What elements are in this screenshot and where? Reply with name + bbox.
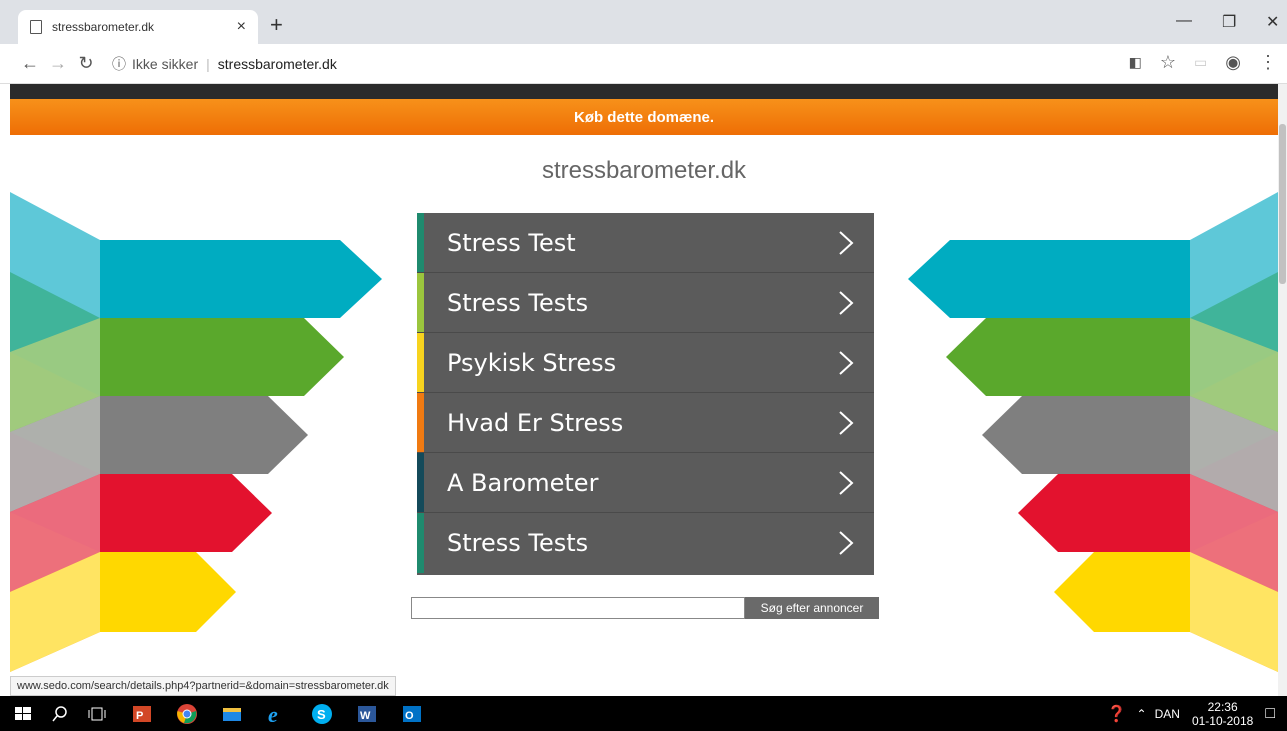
minimize-icon[interactable]: —: [1176, 12, 1192, 30]
link-label[interactable]: Stress Test: [447, 229, 576, 257]
link-color-bar: [417, 453, 424, 512]
link-label[interactable]: Psykisk Stress: [447, 349, 616, 377]
help-icon[interactable]: ❓: [1107, 704, 1127, 724]
menu-icon[interactable]: ⋮: [1259, 52, 1277, 73]
restore-icon[interactable]: ❐: [1222, 12, 1236, 32]
left-arrows-decoration: [10, 192, 382, 672]
link-color-bar: [417, 213, 424, 272]
forward-icon[interactable]: →: [44, 53, 72, 74]
word-icon[interactable]: W: [356, 703, 378, 725]
top-strip: [10, 84, 1278, 99]
chevron-right-icon: [839, 411, 854, 435]
svg-text:P: P: [136, 710, 143, 722]
chevron-right-icon: [839, 231, 854, 255]
info-icon[interactable]: ⓘ: [112, 54, 126, 74]
insecure-label: Ikke sikker: [132, 55, 199, 72]
language-indicator[interactable]: DAN: [1155, 707, 1180, 721]
status-bar-url: www.sedo.com/search/details.php4?partner…: [10, 676, 396, 696]
translate-icon[interactable]: ◧: [1129, 54, 1142, 71]
tab-bar: stressbarometer.dk × + — ❐ ✕: [0, 0, 1287, 44]
outlook-icon[interactable]: O: [401, 703, 423, 725]
related-link-3[interactable]: Psykisk Stress: [417, 333, 874, 393]
svg-text:O: O: [405, 710, 414, 722]
clock-time: 22:36: [1207, 699, 1238, 714]
link-color-bar: [417, 273, 424, 332]
address-divider: |: [206, 55, 210, 72]
chevron-right-icon: [839, 351, 854, 375]
browser-tab[interactable]: stressbarometer.dk ×: [18, 10, 258, 44]
scrollbar-thumb[interactable]: [1279, 124, 1286, 284]
new-tab-button[interactable]: +: [270, 14, 283, 36]
svg-text:W: W: [360, 710, 371, 722]
chevron-up-icon[interactable]: ⌃: [1137, 707, 1147, 721]
link-label[interactable]: Stress Tests: [447, 529, 588, 557]
powerpoint-icon[interactable]: P: [131, 703, 153, 725]
url-text[interactable]: stressbarometer.dk: [218, 56, 337, 72]
link-color-bar: [417, 513, 424, 573]
search-icon[interactable]: [49, 703, 71, 725]
related-link-4[interactable]: Hvad Er Stress: [417, 393, 874, 453]
chevron-right-icon: [839, 291, 854, 315]
skype-icon[interactable]: S: [311, 703, 333, 725]
extension-icon[interactable]: ▭: [1194, 54, 1207, 71]
close-tab-icon[interactable]: ×: [237, 18, 246, 36]
back-icon[interactable]: ←: [16, 53, 44, 74]
ad-search-input[interactable]: [411, 597, 745, 619]
page-icon: [30, 20, 42, 34]
system-tray: ❓ ⌃ DAN 22:36 01-10-2018 □: [1107, 696, 1287, 731]
related-links-list: Stress Test Stress Tests Psykisk Stress …: [417, 213, 874, 575]
related-link-1[interactable]: Stress Test: [417, 213, 874, 273]
task-view-icon[interactable]: [86, 703, 108, 725]
related-link-2[interactable]: Stress Tests: [417, 273, 874, 333]
windows-taskbar: P e S W O ❓ ⌃ DAN 22:36 01-10-2018 □: [0, 696, 1287, 731]
chrome-icon[interactable]: [176, 703, 198, 725]
related-link-6[interactable]: Stress Tests: [417, 513, 874, 573]
reload-icon[interactable]: ↻: [72, 53, 100, 74]
related-link-5[interactable]: A Barometer: [417, 453, 874, 513]
web-page: Køb dette domæne. stressbarometer.dk Str…: [10, 84, 1278, 696]
windows-start-icon[interactable]: [12, 703, 34, 725]
file-explorer-icon[interactable]: [221, 703, 243, 725]
browser-toolbar: ← → ↻ ⓘ Ikke sikker | stressbarometer.dk…: [0, 44, 1287, 84]
chevron-right-icon: [839, 471, 854, 495]
notifications-icon[interactable]: □: [1265, 705, 1275, 723]
ad-search-button[interactable]: Søg efter annoncer: [745, 597, 879, 619]
clock[interactable]: 22:36 01-10-2018: [1192, 700, 1253, 728]
close-window-icon[interactable]: ✕: [1266, 12, 1279, 32]
page-scrollbar[interactable]: [1278, 84, 1287, 696]
account-icon[interactable]: ◉: [1225, 52, 1241, 73]
svg-text:e: e: [268, 703, 278, 725]
link-label[interactable]: A Barometer: [447, 469, 598, 497]
right-arrows-decoration: [908, 192, 1278, 672]
buy-domain-link[interactable]: Køb dette domæne.: [574, 109, 714, 126]
clock-date: 01-10-2018: [1191, 713, 1254, 728]
bookmark-star-icon[interactable]: ☆: [1160, 52, 1176, 73]
internet-explorer-icon[interactable]: e: [266, 703, 288, 725]
link-color-bar: [417, 393, 424, 452]
link-label[interactable]: Stress Tests: [447, 289, 588, 317]
ad-search-form: Søg efter annoncer: [411, 597, 879, 619]
domain-title: stressbarometer.dk: [541, 157, 747, 184]
address-bar[interactable]: ⓘ Ikke sikker | stressbarometer.dk: [112, 54, 337, 74]
tab-title: stressbarometer.dk: [52, 20, 155, 34]
link-label[interactable]: Hvad Er Stress: [447, 409, 623, 437]
buy-domain-banner[interactable]: Køb dette domæne.: [10, 99, 1278, 135]
chevron-right-icon: [839, 531, 854, 555]
link-color-bar: [417, 333, 424, 392]
svg-text:S: S: [317, 707, 326, 722]
